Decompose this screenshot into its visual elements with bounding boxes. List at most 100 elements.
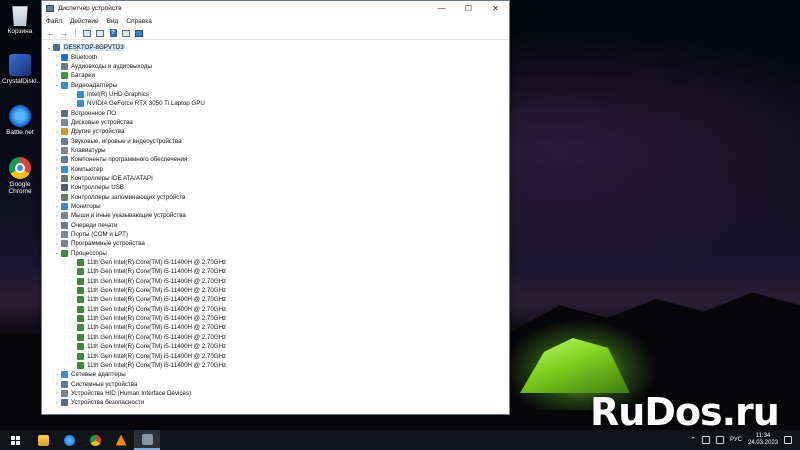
collapse-chevron-icon[interactable]: ⌄: [53, 82, 61, 88]
expand-chevron-icon[interactable]: ›: [53, 241, 61, 247]
tree-device-item[interactable]: 11th Gen Intel(R) Core(TM) i5-11400H @ 2…: [42, 277, 509, 286]
show-hidden-icon[interactable]: [121, 28, 131, 38]
collapse-chevron-icon[interactable]: ⌄: [53, 250, 61, 256]
expand-chevron-icon[interactable]: ›: [53, 147, 61, 153]
tree-category-item[interactable]: ⌄ Процессоры: [42, 249, 509, 258]
network-icon[interactable]: [701, 436, 710, 444]
expand-chevron-icon[interactable]: ›: [53, 390, 61, 396]
tree-category-item[interactable]: › Сетевые адаптеры: [42, 370, 509, 379]
notifications-icon[interactable]: [784, 436, 792, 444]
volume-icon[interactable]: [715, 436, 724, 444]
expand-chevron-icon[interactable]: ›: [53, 381, 61, 387]
back-arrow-icon[interactable]: ←: [46, 28, 56, 38]
menu-action[interactable]: Действие: [70, 18, 99, 25]
menu-help[interactable]: Справка: [126, 18, 152, 25]
tree-category-item[interactable]: › Компьютер: [42, 164, 509, 173]
collapse-chevron-icon[interactable]: ⌄: [45, 45, 53, 51]
expand-chevron-icon[interactable]: ›: [53, 204, 61, 210]
taskbar-chrome[interactable]: [82, 430, 108, 450]
minimize-button[interactable]: —: [428, 1, 455, 16]
expand-chevron-icon[interactable]: ›: [53, 157, 61, 163]
show-hidden-icons-chevron-icon[interactable]: ⌃: [690, 436, 696, 444]
tree-device-item[interactable]: 11th Gen Intel(R) Core(TM) i5-11400H @ 2…: [42, 351, 509, 360]
expand-chevron-icon[interactable]: ›: [53, 110, 61, 116]
maximize-button[interactable]: ☐: [455, 1, 482, 16]
expand-chevron-icon[interactable]: ›: [53, 175, 61, 181]
device-tree[interactable]: ⌄ DESKTOP-8GPVTD3 › Bluetooth › Аудиовходы и …: [42, 41, 509, 413]
expand-chevron-icon[interactable]: ›: [53, 213, 61, 219]
expand-chevron-icon[interactable]: ›: [53, 232, 61, 238]
expand-chevron-icon[interactable]: ›: [53, 400, 61, 406]
tree-device-item[interactable]: NVIDIA GeForce RTX 3050 Ti Laptop GPU: [42, 99, 509, 108]
tree-category-item[interactable]: › Клавиатуры: [42, 146, 509, 155]
tree-category-item[interactable]: › Контроллеры USB: [42, 183, 509, 192]
desktop-icon-google-chrome[interactable]: Google Chrome: [2, 157, 38, 195]
help-icon[interactable]: ?: [108, 28, 118, 38]
tree-device-item[interactable]: 11th Gen Intel(R) Core(TM) i5-11400H @ 2…: [42, 342, 509, 351]
close-button[interactable]: ✕: [482, 1, 509, 16]
tree-category-item[interactable]: › Контроллеры IDE ATA/ATAPI: [42, 174, 509, 183]
title-bar[interactable]: Диспетчер устройств — ☐ ✕: [42, 1, 509, 16]
expand-chevron-icon[interactable]: ›: [53, 222, 61, 228]
tree-category-item[interactable]: › Батареи: [42, 71, 509, 80]
tree-item-label: Сетевые адаптеры: [71, 371, 126, 379]
tree-category-item[interactable]: › Дисковые устройства: [42, 118, 509, 127]
expand-chevron-icon[interactable]: ›: [53, 129, 61, 135]
tree-category-item[interactable]: › Контроллеры запоминающих устройств: [42, 193, 509, 202]
tree-category-item[interactable]: › Другие устройства: [42, 127, 509, 136]
tree-device-item[interactable]: 11th Gen Intel(R) Core(TM) i5-11400H @ 2…: [42, 267, 509, 276]
tree-device-item[interactable]: 11th Gen Intel(R) Core(TM) i5-11400H @ 2…: [42, 286, 509, 295]
tree-device-item[interactable]: 11th Gen Intel(R) Core(TM) i5-11400H @ 2…: [42, 314, 509, 323]
tree-item-label: Другие устройства: [71, 128, 125, 136]
expand-chevron-icon[interactable]: ›: [53, 63, 61, 69]
taskbar-device-manager[interactable]: [134, 430, 160, 450]
menu-view[interactable]: Вид: [107, 18, 119, 25]
expand-chevron-icon[interactable]: ›: [53, 54, 61, 60]
clock[interactable]: 11:34 24.03.2023: [748, 433, 778, 447]
tree-category-item[interactable]: › Устройства безопасности: [42, 398, 509, 407]
expand-chevron-icon[interactable]: ›: [53, 185, 61, 191]
tree-category-item[interactable]: › Порты (COM и LPT): [42, 230, 509, 239]
monitor-icon[interactable]: [134, 28, 144, 38]
expand-chevron-icon[interactable]: ›: [53, 372, 61, 378]
forward-arrow-icon[interactable]: →: [59, 28, 69, 38]
taskbar-file-explorer[interactable]: [30, 430, 56, 450]
desktop-icon-crystaldiskinfo[interactable]: CrystalDiskI...: [2, 54, 42, 85]
menu-file[interactable]: Файл: [46, 18, 62, 25]
language-indicator[interactable]: РУС: [730, 437, 742, 443]
expand-chevron-icon[interactable]: ›: [53, 138, 61, 144]
tree-category-item[interactable]: › Мониторы: [42, 202, 509, 211]
desktop-icon-recycle-bin[interactable]: Корзина: [2, 4, 38, 35]
tree-device-item[interactable]: Intel(R) UHD Graphics: [42, 90, 509, 99]
expand-chevron-icon[interactable]: ›: [53, 194, 61, 200]
tree-category-item[interactable]: › Системные устройства: [42, 379, 509, 388]
tree-category-item[interactable]: › Аудиовходы и аудиовыходы: [42, 62, 509, 71]
tree-device-item[interactable]: 11th Gen Intel(R) Core(TM) i5-11400H @ 2…: [42, 333, 509, 342]
tree-device-item[interactable]: 11th Gen Intel(R) Core(TM) i5-11400H @ 2…: [42, 361, 509, 370]
tree-category-item[interactable]: › Устройства HID (Human Interface Devices…: [42, 389, 509, 398]
expand-chevron-icon[interactable]: ›: [53, 73, 61, 79]
expand-chevron-icon[interactable]: ›: [53, 119, 61, 125]
tree-category-item[interactable]: › Программные устройства: [42, 239, 509, 248]
start-button[interactable]: [0, 430, 30, 450]
tree-device-item[interactable]: 11th Gen Intel(R) Core(TM) i5-11400H @ 2…: [42, 295, 509, 304]
properties-icon[interactable]: [82, 28, 92, 38]
tree-category-item[interactable]: › Компоненты программного обеспечения: [42, 155, 509, 164]
tree-item-label: 11th Gen Intel(R) Core(TM) i5-11400H @ 2…: [87, 352, 227, 360]
tree-device-item[interactable]: 11th Gen Intel(R) Core(TM) i5-11400H @ 2…: [42, 305, 509, 314]
tree-category-item[interactable]: ⌄ Видеоадаптеры: [42, 80, 509, 89]
expand-chevron-icon[interactable]: ›: [53, 166, 61, 172]
taskbar-vlc[interactable]: [108, 430, 134, 450]
tree-category-item[interactable]: › Мыши и иные указывающие устройства: [42, 211, 509, 220]
tree-category-item[interactable]: › Bluetooth: [42, 52, 509, 61]
tree-category-item[interactable]: › Очереди печати: [42, 221, 509, 230]
tree-root-item[interactable]: ⌄ DESKTOP-8GPVTD3: [42, 43, 509, 52]
desktop-icon-battle-net[interactable]: Battle.net: [2, 105, 38, 136]
monitor-icon: [61, 203, 68, 211]
tree-category-item[interactable]: › Встроенное ПО: [42, 108, 509, 117]
details-icon[interactable]: [95, 28, 105, 38]
taskbar-battle-net[interactable]: [56, 430, 82, 450]
tree-device-item[interactable]: 11th Gen Intel(R) Core(TM) i5-11400H @ 2…: [42, 323, 509, 332]
tree-device-item[interactable]: 11th Gen Intel(R) Core(TM) i5-11400H @ 2…: [42, 258, 509, 267]
tree-category-item[interactable]: › Звуковые, игровые и видеоустройства: [42, 136, 509, 145]
